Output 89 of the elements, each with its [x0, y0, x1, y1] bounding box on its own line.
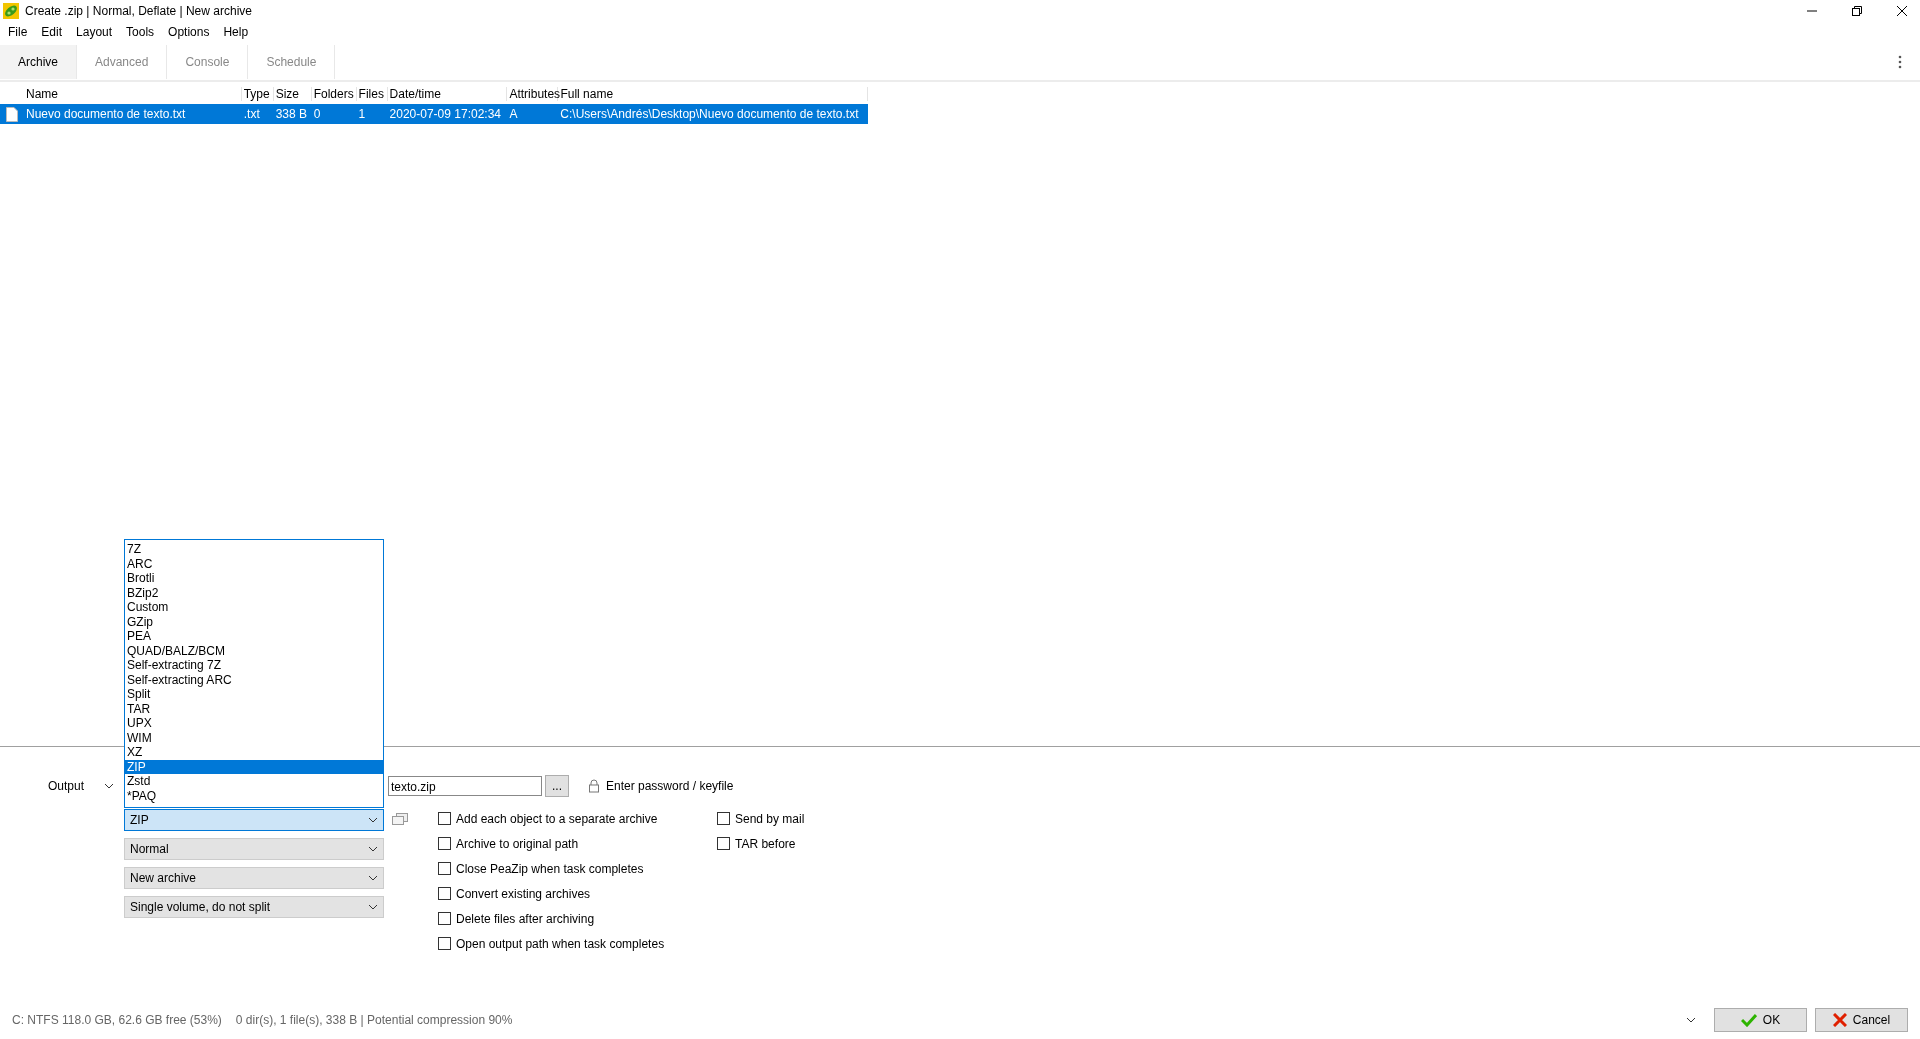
option-checkbox[interactable]: TAR before	[717, 834, 817, 853]
table-cell-text: 0	[312, 107, 322, 121]
dropdown-option[interactable]: ARC	[125, 556, 383, 571]
dropdown-option[interactable]: GZip	[125, 614, 383, 629]
caret-icon[interactable]	[104, 783, 114, 789]
password-link[interactable]: Enter password / keyfile	[606, 779, 734, 793]
ok-button[interactable]: OK	[1714, 1008, 1807, 1032]
menu-item[interactable]: Edit	[33, 25, 69, 39]
checkbox[interactable]	[438, 912, 451, 925]
selection-summary: 0 dir(s), 1 file(s), 338 B | Potential compression 90%	[235, 1013, 513, 1027]
output-label: Output	[48, 779, 86, 793]
menu-item[interactable]: Options	[160, 25, 216, 39]
dropdown-option[interactable]: Self-extracting ARC	[125, 672, 383, 687]
dropdown-option[interactable]: Brotli	[125, 571, 383, 586]
table-cell-text: Nuevo documento de texto.txt	[24, 107, 187, 121]
dropdown-select[interactable]: ZIP	[124, 809, 384, 831]
dropdown-option[interactable]: PEA	[125, 629, 383, 644]
lock-icon	[588, 779, 600, 793]
option-checkbox[interactable]: Open output path when task completes	[438, 934, 703, 953]
dropdown-option[interactable]: Zstd	[125, 774, 383, 789]
dropdown-option[interactable]: XZ	[125, 745, 383, 760]
column-header[interactable]: Files	[356, 87, 388, 101]
column-header[interactable]: Folders	[311, 87, 357, 101]
document-icon	[6, 106, 18, 122]
dropdown-option[interactable]: Self-extracting 7Z	[125, 658, 383, 673]
column-header[interactable]: Name	[23, 87, 242, 101]
table-cell-text: 338 B	[274, 107, 309, 121]
option-checkbox[interactable]: Send by mail	[717, 809, 817, 828]
option-checkbox[interactable]: Close PeaZip when task completes	[438, 859, 703, 878]
menu-item[interactable]: Tools	[118, 25, 161, 39]
menu-item[interactable]: Layout	[68, 25, 119, 39]
column-header[interactable]: Date/time	[387, 87, 508, 101]
dropdown-option[interactable]: QUAD/BALZ/BCM	[125, 643, 383, 658]
caret-icon	[368, 817, 378, 823]
output-path-field[interactable]: texto.zip	[388, 776, 542, 796]
cancel-button[interactable]: Cancel	[1815, 1008, 1908, 1032]
column-header[interactable]: Full name	[558, 87, 868, 101]
caret-icon	[368, 846, 378, 852]
option-checkbox[interactable]: Delete files after archiving	[438, 909, 703, 928]
dropdown-select[interactable]: New archive	[124, 867, 384, 889]
table-cell-text: C:\Users\Andrés\Desktop\Nuevo documento de texto.txt	[559, 107, 860, 121]
tab[interactable]: Archive	[0, 45, 77, 79]
close-icon[interactable]	[1896, 5, 1908, 17]
dropdown-option[interactable]: TAR	[125, 701, 383, 716]
table-cell-text: .txt	[242, 107, 261, 121]
checkbox[interactable]	[717, 812, 730, 825]
dropdown-option[interactable]: Custom	[125, 600, 383, 615]
dropdown-option[interactable]: WIM	[125, 730, 383, 745]
caret-icon	[368, 875, 378, 881]
column-header[interactable]: Attributes	[507, 87, 559, 101]
tab[interactable]: Schedule	[248, 45, 336, 79]
column-header[interactable]: Type	[241, 87, 274, 101]
caret-icon[interactable]	[1686, 1017, 1696, 1023]
more-options-icon[interactable]	[1898, 55, 1902, 69]
table-cell-text: 2020-07-09 17:02:34	[388, 107, 502, 121]
column-header[interactable]: Size	[273, 87, 312, 101]
table-cell-text: 1	[357, 107, 367, 121]
dropdown-option[interactable]: Split	[125, 687, 383, 702]
dropdown-option[interactable]: *PAQ	[125, 788, 383, 803]
dropdown-select[interactable]: Single volume, do not split	[124, 896, 384, 918]
dropdown-option[interactable]: BZip2	[125, 585, 383, 600]
window-title: Create .zip | Normal, Deflate | New archive	[25, 4, 252, 18]
close-icon	[1832, 1013, 1847, 1027]
checkbox[interactable]	[717, 837, 730, 850]
checkbox[interactable]	[438, 837, 451, 850]
option-checkbox[interactable]: Convert existing archives	[438, 884, 703, 903]
drive-info: C: NTFS 118.0 GB, 62.6 GB free (53%)	[12, 1013, 222, 1027]
checkbox[interactable]	[438, 862, 451, 875]
checkmark-icon	[1740, 1013, 1757, 1027]
option-checkbox[interactable]: Add each object to a separate archive	[438, 809, 703, 828]
checkbox[interactable]	[438, 887, 451, 900]
checkbox[interactable]	[438, 812, 451, 825]
tab[interactable]: Console	[167, 45, 249, 79]
file-row[interactable]: Nuevo documento de texto.txt .txt 338 B 0 1 2020-07-09 17:02:34 A C:\Users\Andrés\Desktop\Nuevo documento de texto.txt	[0, 104, 868, 124]
app-logo-icon	[3, 3, 19, 19]
dropdown-option[interactable]: UPX	[125, 716, 383, 731]
caret-icon	[368, 904, 378, 910]
menu-item[interactable]: File	[8, 25, 34, 39]
restore-icon[interactable]	[1851, 5, 1863, 17]
option-checkbox[interactable]: Archive to original path	[438, 834, 703, 853]
dropdown-select[interactable]: Normal	[124, 838, 384, 860]
chat-bubbles-icon[interactable]	[392, 813, 408, 827]
browse-button[interactable]: ...	[545, 775, 569, 797]
tab[interactable]: Advanced	[77, 45, 168, 79]
dropdown-option[interactable]: 7Z	[125, 542, 383, 557]
table-cell-text: A	[508, 107, 519, 121]
menu-item[interactable]: Help	[215, 25, 255, 39]
dropdown-option[interactable]: ZIP	[125, 759, 383, 774]
checkbox[interactable]	[438, 937, 451, 950]
